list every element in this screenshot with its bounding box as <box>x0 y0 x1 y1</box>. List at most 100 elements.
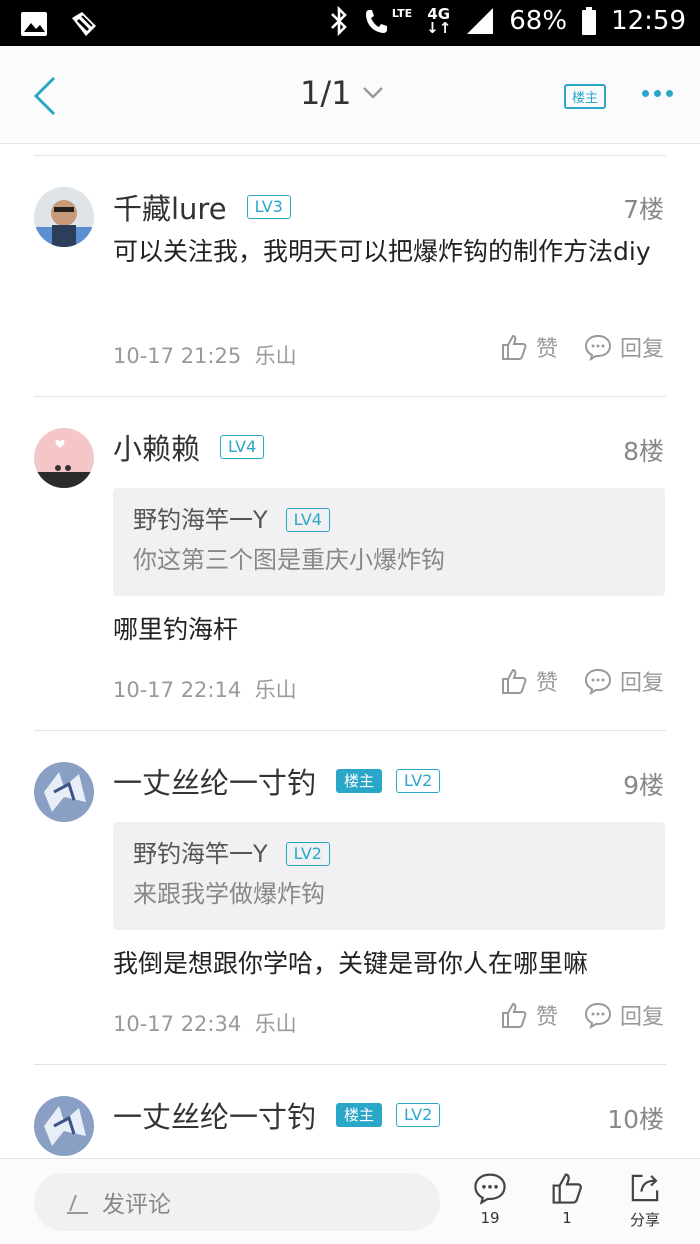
like-button[interactable]: 赞 <box>500 331 558 363</box>
reply-label: 回复 <box>619 337 664 362</box>
bottom-bar: 发评论 19 1 分享 <box>0 1158 700 1244</box>
like-post-button[interactable]: 1 <box>537 1171 597 1227</box>
comment-location: 乐山 <box>254 678 297 702</box>
reply-button[interactable]: 回复 <box>584 665 664 697</box>
level-badge: LV4 <box>220 435 265 459</box>
comment-bubble-icon <box>584 668 611 695</box>
comment-meta: 10-17 21:25 乐山 <box>113 340 297 370</box>
comment-location: 乐山 <box>254 1012 297 1036</box>
more-options-button[interactable] <box>642 80 682 106</box>
divider <box>34 730 666 731</box>
louzhu-only-toggle[interactable]: 楼主 <box>564 84 607 109</box>
username-row: 小赖赖 LV4 <box>113 426 265 468</box>
quote-text: 你这第三个图是重庆小爆炸钩 <box>133 546 445 574</box>
clock: 12:59 <box>611 6 686 36</box>
status-bar: LTE 4G ↓↑ 68% 12:59 <box>0 0 700 46</box>
quoted-comment[interactable]: 野钓海竿一Y LV2 来跟我学做爆炸钩 <box>113 822 665 930</box>
pencil-icon <box>67 1194 88 1214</box>
username[interactable]: 小赖赖 <box>113 426 200 468</box>
comment-actions: 赞 回复 <box>500 999 664 1031</box>
tools-icon <box>72 12 96 36</box>
comment-actions: 赞 回复 <box>500 331 664 363</box>
quote-username: 野钓海竿一Y <box>133 506 268 534</box>
dot-icon <box>654 89 661 97</box>
username-row: 一丈丝纶一寸钓 楼主 LV2 <box>113 760 441 802</box>
signal-icon <box>467 8 494 34</box>
floor-number: 7楼 <box>623 195 664 224</box>
like-button[interactable]: 赞 <box>500 665 558 697</box>
like-label: 赞 <box>535 337 558 362</box>
page-indicator: 1/1 <box>300 74 352 112</box>
comment-placeholder: 发评论 <box>102 1192 171 1218</box>
quote-username: 野钓海竿一Y <box>133 840 268 868</box>
comment-meta: 10-17 22:14 乐山 <box>113 674 297 704</box>
back-button[interactable] <box>28 74 68 118</box>
thumbs-up-icon <box>501 668 527 694</box>
bluetooth-icon <box>330 6 347 36</box>
comment-time: 10-17 22:34 <box>113 1012 242 1036</box>
username-row: 千藏lure LV3 <box>113 186 291 228</box>
reply-label: 回复 <box>619 1005 664 1030</box>
dot-icon <box>642 89 649 97</box>
username[interactable]: 一丈丝纶一寸钓 <box>113 1094 316 1136</box>
username[interactable]: 一丈丝纶一寸钓 <box>113 760 316 802</box>
comment-count: 19 <box>480 1209 500 1227</box>
back-arrow-icon <box>33 76 56 116</box>
comment-bubble-icon <box>474 1173 506 1205</box>
floor-number: 10楼 <box>607 1105 664 1134</box>
divider <box>34 1064 666 1065</box>
comment-actions: 赞 回复 <box>500 665 664 697</box>
title-bar: 1/1 楼主 <box>0 46 700 144</box>
avatar[interactable] <box>34 1096 94 1156</box>
comment-bubble-icon <box>584 334 611 361</box>
like-label: 赞 <box>535 671 558 696</box>
share-icon <box>631 1174 659 1202</box>
comment-text: 我倒是想跟你学哈，关键是哥你人在哪里嘛 <box>113 949 589 978</box>
thumbs-up-icon <box>501 1002 527 1028</box>
comment-text: 哪里钓海杆 <box>113 615 239 644</box>
divider <box>34 155 666 156</box>
like-label: 赞 <box>535 1005 558 1030</box>
thumbs-up-icon <box>501 334 527 360</box>
comment-input[interactable]: 发评论 <box>34 1173 440 1231</box>
reply-button[interactable]: 回复 <box>584 999 664 1031</box>
chevron-down-icon <box>362 87 383 99</box>
comment-location: 乐山 <box>254 344 297 368</box>
battery-percent: 68% <box>509 6 568 36</box>
like-count: 1 <box>562 1209 572 1227</box>
quote-level-badge: LV4 <box>285 508 330 532</box>
share-label: 分享 <box>629 1211 660 1229</box>
data-arrows-icon: ↓↑ <box>426 19 452 37</box>
like-button[interactable]: 赞 <box>500 999 558 1031</box>
username-row: 一丈丝纶一寸钓 楼主 LV2 <box>113 1094 441 1136</box>
thumbs-up-icon <box>552 1173 582 1204</box>
comments-button[interactable]: 19 <box>460 1171 520 1227</box>
reply-label: 回复 <box>619 671 664 696</box>
louzhu-badge: 楼主 <box>336 769 383 793</box>
floor-number: 8楼 <box>623 437 664 466</box>
quote-level-badge: LV2 <box>285 842 330 866</box>
comment-text: 可以关注我，我明天可以把爆炸钩的制作方法diy <box>113 237 651 266</box>
battery-icon <box>582 7 597 35</box>
level-badge: LV3 <box>246 195 291 219</box>
phone-call-icon <box>365 10 387 33</box>
floor-number: 9楼 <box>623 771 664 800</box>
quoted-comment[interactable]: 野钓海竿一Y LV4 你这第三个图是重庆小爆炸钩 <box>113 488 665 596</box>
comment-time: 10-17 21:25 <box>113 344 242 368</box>
username[interactable]: 千藏lure <box>113 186 227 228</box>
avatar[interactable] <box>34 187 94 247</box>
comment-bubble-icon <box>584 1002 611 1029</box>
share-button[interactable]: 分享 <box>615 1171 675 1230</box>
page-selector[interactable]: 1/1 <box>300 74 384 112</box>
avatar[interactable] <box>34 762 94 822</box>
reply-button[interactable]: 回复 <box>584 331 664 363</box>
louzhu-badge: 楼主 <box>336 1103 383 1127</box>
image-icon <box>21 12 47 36</box>
avatar[interactable] <box>34 428 94 488</box>
quote-text: 来跟我学做爆炸钩 <box>133 880 325 908</box>
level-badge: LV2 <box>396 1103 441 1127</box>
divider <box>34 396 666 397</box>
dot-icon <box>666 89 673 97</box>
lte-label: LTE <box>391 7 413 20</box>
comment-time: 10-17 22:14 <box>113 678 242 702</box>
